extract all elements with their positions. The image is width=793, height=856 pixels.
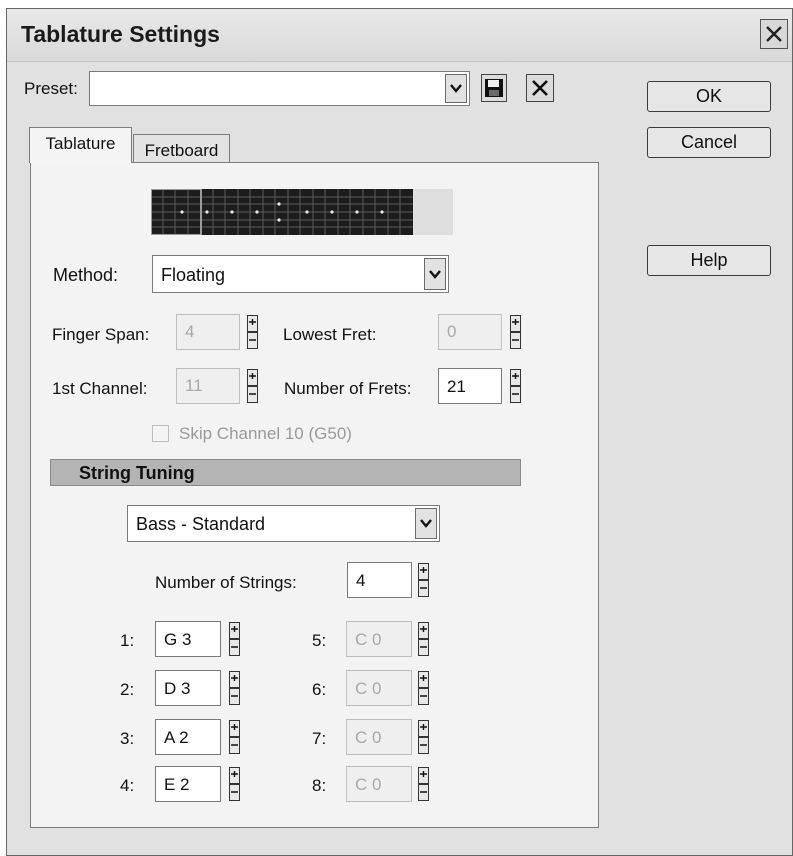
lowest-fret-spinner[interactable]	[510, 315, 521, 349]
string-6-label: 6:	[312, 680, 327, 699]
cancel-button[interactable]: Cancel	[647, 127, 771, 158]
string-5-label: 5:	[312, 631, 327, 650]
spinner-up-down-icon	[418, 720, 429, 754]
tuning-preset-value: Bass - Standard	[136, 514, 266, 534]
first-channel-input[interactable]: 11	[176, 368, 240, 404]
window-title: Tablature Settings	[21, 21, 220, 47]
first-channel-spinner[interactable]	[247, 369, 258, 403]
string-5-spinner[interactable]	[418, 622, 429, 656]
finger-span-spinner[interactable]	[247, 315, 258, 349]
string-4-label: 4:	[120, 776, 135, 795]
help-button[interactable]: Help	[647, 245, 771, 276]
string-3-label: 3:	[120, 729, 135, 748]
spinner-up-down-icon	[418, 622, 429, 656]
chevron-down-icon	[429, 269, 441, 279]
tuning-preset-combobox[interactable]: Bass - Standard	[127, 505, 440, 542]
ok-button[interactable]: OK	[647, 81, 771, 112]
spinner-up-down-icon	[247, 369, 258, 403]
spinner-up-down-icon	[510, 315, 521, 349]
string-1-input[interactable]: G 3	[155, 621, 221, 657]
string-tuning-header: String Tuning	[50, 459, 521, 486]
floppy-disk-icon	[485, 79, 503, 97]
tab-tablature[interactable]: Tablature	[29, 127, 132, 163]
string-8-spinner[interactable]	[418, 767, 429, 801]
fretboard-grid-icon	[151, 189, 413, 235]
fretboard-preview	[151, 189, 453, 235]
chevron-down-icon	[420, 519, 432, 528]
string-1-spinner[interactable]	[229, 622, 240, 656]
preset-dropdown-button[interactable]	[445, 74, 467, 103]
string-8-label: 8:	[312, 776, 327, 795]
delete-preset-button[interactable]	[526, 74, 554, 102]
number-of-strings-spinner[interactable]	[418, 563, 429, 597]
lowest-fret-input[interactable]: 0	[438, 314, 502, 350]
string-4-input[interactable]: E 2	[155, 766, 221, 802]
finger-span-label: Finger Span:	[52, 325, 150, 344]
skip-channel-checkbox[interactable]	[152, 425, 169, 442]
number-of-frets-input[interactable]: 21	[438, 368, 502, 404]
string-2-label: 2:	[120, 680, 135, 699]
number-of-strings-label: Number of Strings:	[155, 573, 297, 592]
spinner-up-down-icon	[229, 671, 240, 705]
string-7-spinner[interactable]	[418, 720, 429, 754]
spinner-up-down-icon	[418, 671, 429, 705]
first-channel-label: 1st Channel:	[52, 379, 148, 398]
string-7-label: 7:	[312, 729, 327, 748]
save-preset-button[interactable]	[481, 74, 507, 102]
number-of-strings-input[interactable]: 4	[347, 562, 412, 598]
method-combobox[interactable]: Floating	[152, 255, 449, 293]
spinner-up-down-icon	[247, 315, 258, 349]
number-of-frets-spinner[interactable]	[510, 369, 521, 403]
string-7-input[interactable]: C 0	[346, 719, 412, 755]
preset-combobox[interactable]	[89, 71, 470, 106]
string-1-label: 1:	[120, 631, 135, 650]
string-4-spinner[interactable]	[229, 767, 240, 801]
tuning-preset-dropdown-button[interactable]	[415, 508, 437, 539]
string-2-input[interactable]: D 3	[155, 670, 221, 706]
close-icon	[766, 26, 782, 42]
string-2-spinner[interactable]	[229, 671, 240, 705]
delete-x-icon	[532, 80, 548, 96]
tab-fretboard[interactable]: Fretboard	[133, 134, 230, 164]
method-label: Method:	[53, 265, 119, 285]
number-of-frets-label: Number of Frets:	[284, 379, 412, 398]
spinner-up-down-icon	[229, 720, 240, 754]
preset-label: Preset:	[24, 79, 78, 98]
string-3-spinner[interactable]	[229, 720, 240, 754]
string-5-input[interactable]: C 0	[346, 621, 412, 657]
method-value: Floating	[161, 265, 226, 285]
spinner-up-down-icon	[510, 369, 521, 403]
string-6-input[interactable]: C 0	[346, 670, 412, 706]
chevron-down-icon	[450, 84, 462, 93]
string-6-spinner[interactable]	[418, 671, 429, 705]
title-bar: Tablature Settings	[7, 9, 792, 62]
string-8-input[interactable]: C 0	[346, 766, 412, 802]
spinner-up-down-icon	[418, 563, 429, 597]
skip-channel-label: Skip Channel 10 (G50)	[179, 424, 352, 443]
spinner-up-down-icon	[418, 767, 429, 801]
close-button[interactable]	[760, 19, 788, 49]
finger-span-input[interactable]: 4	[176, 314, 240, 350]
method-dropdown-button[interactable]	[424, 258, 446, 290]
string-3-input[interactable]: A 2	[155, 719, 221, 755]
spinner-up-down-icon	[229, 622, 240, 656]
lowest-fret-label: Lowest Fret:	[283, 325, 377, 344]
spinner-up-down-icon	[229, 767, 240, 801]
